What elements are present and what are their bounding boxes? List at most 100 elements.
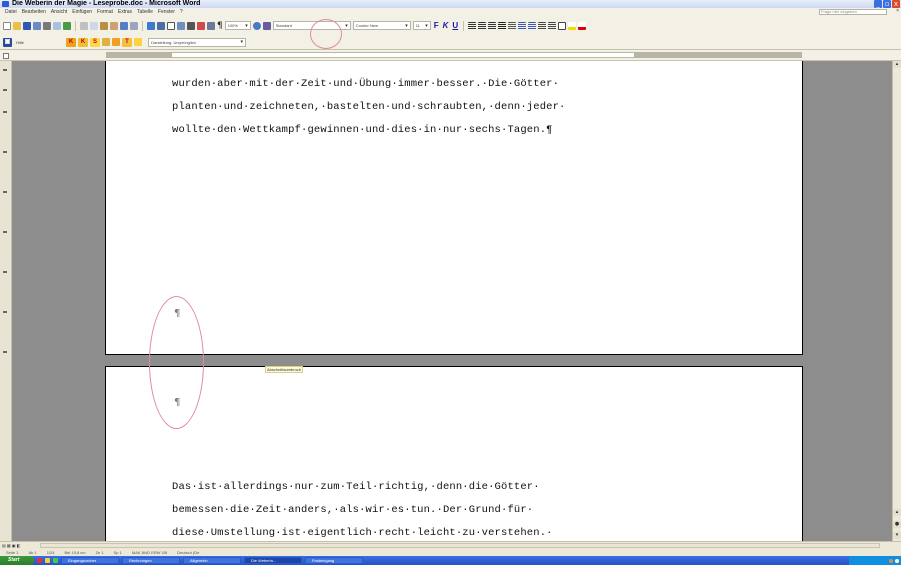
quicklaunch-icon[interactable] xyxy=(45,558,50,563)
open-folder-icon[interactable] xyxy=(13,21,21,30)
close-document-button[interactable]: × xyxy=(896,8,899,14)
taskbar-item[interactable]: Eingangsordner xyxy=(61,557,119,564)
increase-indent-icon[interactable] xyxy=(548,21,557,30)
menu-fenster[interactable]: Fenster xyxy=(158,9,175,15)
text-line[interactable]: Das·ist·allerdings·nur·zum·Teil·richtig,… xyxy=(172,481,540,493)
macro-k2-button[interactable]: K xyxy=(78,37,88,47)
menu-ansicht[interactable]: Ansicht xyxy=(51,9,67,15)
menu-help[interactable]: ? xyxy=(180,9,183,15)
permission-icon[interactable] xyxy=(33,21,41,30)
print-preview-icon[interactable] xyxy=(53,21,61,30)
hyperlink-icon[interactable] xyxy=(147,21,155,30)
taskbar-item[interactable]: Posteingang xyxy=(305,557,363,564)
tab-selector[interactable] xyxy=(3,53,9,59)
format-painter-icon[interactable] xyxy=(110,21,118,30)
new-document-icon[interactable] xyxy=(3,21,11,30)
highlight-icon[interactable] xyxy=(568,21,577,30)
macro-star-icon[interactable] xyxy=(112,38,120,46)
taskbar-item-active[interactable]: Die Weberin... xyxy=(244,557,302,564)
scroll-down-icon[interactable]: ▾ xyxy=(893,532,901,539)
align-right-icon[interactable] xyxy=(488,21,497,30)
text-line[interactable]: bemessen·die·Zeit·anders,·als·wir·es·tun… xyxy=(172,504,533,516)
save-icon[interactable] xyxy=(23,21,31,30)
help-search-input[interactable]: Frage hier eingeben xyxy=(819,9,887,15)
zoom-combo[interactable]: 100% ▾ xyxy=(224,21,251,30)
menu-extras[interactable]: Extras xyxy=(118,9,132,15)
scroll-thumb[interactable] xyxy=(40,543,880,548)
select-browse-object-icon[interactable]: ● xyxy=(893,521,901,528)
scroll-up-icon[interactable]: ▴ xyxy=(893,61,901,68)
justify-icon[interactable] xyxy=(498,21,507,30)
style-combo[interactable]: Standard ▾ xyxy=(272,21,351,30)
research-label[interactable]: Hilfe xyxy=(14,38,64,47)
bold-button[interactable]: F xyxy=(433,21,440,30)
show-formatting-button[interactable]: ¶ xyxy=(217,21,223,31)
macro-k-button[interactable]: K xyxy=(66,37,76,47)
text-line[interactable]: diese·Umstellung·ist·eigentlich·recht·le… xyxy=(172,527,553,539)
underline-button[interactable]: U xyxy=(451,21,459,30)
numbering-icon[interactable] xyxy=(518,21,527,30)
document-canvas[interactable]: wurden·aber·mit·der·Zeit·und·Übung·immer… xyxy=(12,61,892,541)
menu-bearbeiten[interactable]: Bearbeiten xyxy=(22,9,46,15)
document-page-2[interactable]: ¶ Das·ist·allerdings·nur·zum·Teil·richti… xyxy=(105,366,803,541)
text-line[interactable]: wollte·den·Wettkampf·gewinnen·und·dies·i… xyxy=(172,124,553,136)
taskbar-item[interactable]: Allgemein xyxy=(183,557,241,564)
macro-folder-icon[interactable] xyxy=(102,38,110,46)
taskbar-item[interactable]: Rechnungen xyxy=(122,557,180,564)
horizontal-scrollbar[interactable]: ▤ ▦ ▣ ◧ xyxy=(0,541,901,549)
display-mode-combo[interactable]: Darstellung: Ursprünglich ▾ xyxy=(148,37,246,47)
ruler-tick xyxy=(3,191,7,193)
help-icon[interactable] xyxy=(252,21,261,30)
research-icon[interactable]: ▣ xyxy=(3,37,12,47)
align-center-icon[interactable] xyxy=(478,21,487,30)
document-page-1[interactable]: wurden·aber·mit·der·Zeit·und·Übung·immer… xyxy=(105,61,803,355)
border-icon[interactable] xyxy=(558,21,567,30)
menu-tabelle[interactable]: Tabelle xyxy=(137,9,153,15)
view-buttons[interactable]: ▤ ▦ ▣ ◧ xyxy=(2,543,20,548)
text-line[interactable]: planten·und·zeichneten,·bastelten·und·sc… xyxy=(172,101,566,113)
macro-sun-icon[interactable] xyxy=(134,38,142,46)
italic-button[interactable]: K xyxy=(442,21,450,30)
styles-pane-icon[interactable] xyxy=(262,21,271,30)
copy-icon[interactable] xyxy=(90,21,98,30)
vertical-ruler[interactable] xyxy=(0,61,12,541)
menu-einfuegen[interactable]: Einfügen xyxy=(72,9,92,15)
cut-icon[interactable] xyxy=(80,21,88,30)
tray-icon[interactable] xyxy=(889,558,893,563)
paragraph-mark: ¶ xyxy=(174,308,181,319)
quicklaunch-icon[interactable] xyxy=(37,558,42,563)
minimize-button[interactable]: _ xyxy=(874,0,882,8)
excel-sheet-icon[interactable] xyxy=(177,21,185,30)
font-size-combo[interactable]: 11 ▾ xyxy=(412,21,431,30)
tables-borders-icon[interactable] xyxy=(157,21,165,30)
macro-t-button[interactable]: T xyxy=(122,37,132,47)
paste-icon[interactable] xyxy=(100,21,108,30)
insert-table-icon[interactable] xyxy=(167,21,175,30)
bullets-icon[interactable] xyxy=(528,21,537,30)
text-line[interactable]: wurden·aber·mit·der·Zeit·und·Übung·immer… xyxy=(172,78,559,90)
close-button[interactable]: x xyxy=(892,0,900,8)
tray-icon[interactable] xyxy=(895,558,899,563)
vertical-scrollbar[interactable]: ▴ ▴ ● ▾ xyxy=(892,61,901,541)
redo-icon[interactable] xyxy=(130,21,138,30)
ruler-tick xyxy=(3,271,7,273)
font-color-icon[interactable] xyxy=(578,21,587,30)
quicklaunch-icon[interactable] xyxy=(53,558,58,563)
scroll-up-icon[interactable]: ▴ xyxy=(893,509,901,516)
align-left-icon[interactable] xyxy=(468,21,477,30)
menu-datei[interactable]: Datei xyxy=(5,9,17,15)
font-combo[interactable]: Courier New ▾ xyxy=(352,21,411,30)
macro-s-button[interactable]: S xyxy=(90,37,100,47)
spelling-icon[interactable] xyxy=(63,21,71,30)
drawing-icon[interactable] xyxy=(197,21,205,30)
document-map-icon[interactable] xyxy=(207,21,215,30)
line-spacing-icon[interactable] xyxy=(508,21,517,30)
undo-icon[interactable] xyxy=(120,21,128,30)
decrease-indent-icon[interactable] xyxy=(538,21,547,30)
start-button[interactable]: Start xyxy=(0,556,34,565)
menu-format[interactable]: Format xyxy=(97,9,113,15)
maximize-button[interactable]: ▫ xyxy=(883,0,891,8)
print-icon[interactable] xyxy=(43,21,51,30)
columns-icon[interactable] xyxy=(187,21,195,30)
horizontal-ruler[interactable] xyxy=(0,50,901,61)
